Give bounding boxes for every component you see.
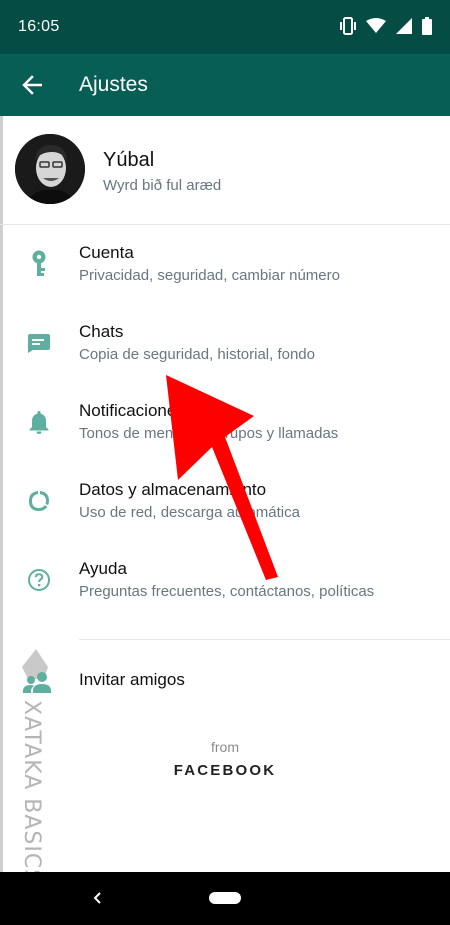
menu-item-title: Chats [79, 322, 124, 341]
bell-icon [29, 411, 49, 434]
profile-row[interactable]: Yúbal Wyrd bið ful aræd [0, 116, 450, 224]
data-usage-icon [29, 491, 49, 511]
profile-status: Wyrd bið ful aræd [103, 177, 222, 194]
nav-back-icon[interactable] [86, 886, 110, 910]
menu-icon-wrapper [24, 249, 54, 279]
key-icon [32, 250, 46, 276]
battery-icon [422, 17, 432, 35]
help-icon [28, 569, 50, 591]
menu-divider [79, 639, 450, 640]
nav-home-pill[interactable] [209, 892, 241, 904]
from-label: from [211, 739, 239, 755]
menu-icon-wrapper [24, 565, 54, 595]
menu-item-title: Cuenta [79, 243, 134, 262]
menu-item-notificaciones[interactable]: Notificaciones Tonos de mensajes, grupos… [0, 383, 450, 462]
arrow-back-icon [22, 75, 42, 95]
back-button[interactable] [14, 67, 50, 103]
menu-item-title: Notificaciones [79, 401, 185, 420]
chat-icon [28, 334, 50, 353]
vibrate-icon [340, 17, 356, 35]
signal-icon [396, 18, 412, 34]
invite-friends-row[interactable]: Invitar amigos [0, 643, 450, 717]
menu-item-chats[interactable]: Chats Copia de seguridad, historial, fon… [0, 304, 450, 383]
menu-item-cuenta[interactable]: Cuenta Privacidad, seguridad, cambiar nú… [0, 225, 450, 304]
profile-name: Yúbal [103, 149, 155, 171]
page-title: Ajustes [79, 73, 148, 96]
wifi-icon [366, 18, 386, 33]
facebook-wordmark: FACEBOOK [173, 762, 277, 779]
avatar-photo [15, 134, 85, 204]
menu-item-datos[interactable]: Datos y almacenamiento Uso de red, desca… [0, 462, 450, 541]
menu-item-subtitle: Tonos de mensajes, grupos y llamadas [79, 425, 339, 442]
status-icons [340, 17, 432, 35]
menu-item-subtitle: Uso de red, descarga automática [79, 504, 300, 521]
menu-item-subtitle: Privacidad, seguridad, cambiar número [79, 267, 340, 284]
status-bar: 16:05 [0, 0, 450, 54]
invite-friends-label: Invitar amigos [79, 670, 185, 689]
menu-item-title: Datos y almacenamiento [79, 480, 267, 499]
menu-item-subtitle: Copia de seguridad, historial, fondo [79, 346, 315, 363]
menu-icon-wrapper [24, 407, 54, 437]
watermark-text: XATAKA BASICS [19, 700, 44, 885]
menu-item-ayuda[interactable]: Ayuda Preguntas frecuentes, contáctanos,… [0, 541, 450, 620]
system-nav-bar [0, 872, 450, 925]
menu-item-title: Ayuda [79, 559, 127, 578]
avatar[interactable] [15, 134, 85, 204]
menu-icon-wrapper [24, 486, 54, 516]
menu-item-subtitle: Preguntas frecuentes, contáctanos, polít… [79, 583, 375, 600]
menu-icon-wrapper [24, 328, 54, 358]
status-time: 16:05 [18, 18, 60, 35]
people-icon [22, 649, 51, 693]
app-bar: Ajustes [0, 54, 450, 116]
